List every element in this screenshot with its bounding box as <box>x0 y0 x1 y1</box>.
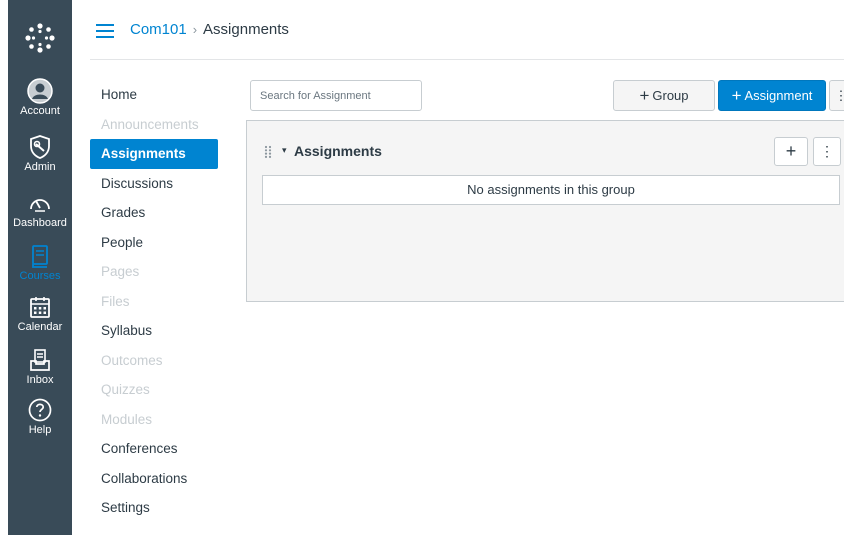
global-nav-dashboard[interactable]: Dashboard <box>8 190 72 229</box>
course-nav-announcements[interactable]: Announcements <box>90 110 220 140</box>
search-assignment-input[interactable] <box>250 80 422 111</box>
global-nav-courses[interactable]: Courses <box>8 243 72 282</box>
global-nav-admin[interactable]: Admin <box>8 134 72 173</box>
course-nav-collaborations[interactable]: Collaborations <box>90 464 220 494</box>
course-nav-pages[interactable]: Pages <box>90 257 220 287</box>
add-assignment-button[interactable]: + Assignment <box>718 80 826 111</box>
breadcrumb-current: Assignments <box>203 21 289 38</box>
plus-icon: + <box>639 86 650 105</box>
plus-icon: + <box>785 141 797 161</box>
global-nav: Account Admin Dashboard Courses Calendar… <box>8 0 72 535</box>
breadcrumb-separator: › <box>192 22 198 37</box>
global-nav-help[interactable]: Help <box>8 397 72 436</box>
course-nav-modules[interactable]: Modules <box>90 405 220 435</box>
admin-icon <box>30 135 50 159</box>
assignment-group-title: Assignments <box>294 143 382 159</box>
course-nav-assignments[interactable]: Assignments <box>90 139 218 169</box>
settings-kebab-button[interactable]: ⋮ <box>829 80 844 111</box>
add-assignment-label: Assignment <box>744 88 813 103</box>
group-options-button[interactable]: ⋮ <box>813 137 841 166</box>
global-nav-label: Calendar <box>17 321 63 333</box>
add-group-label: Group <box>652 88 689 103</box>
global-nav-label: Courses <box>19 270 61 282</box>
drag-handle-icon[interactable] <box>264 145 272 159</box>
course-nav-people[interactable]: People <box>90 228 220 258</box>
calendar-icon <box>30 297 50 318</box>
global-nav-calendar[interactable]: Calendar <box>8 294 72 333</box>
course-nav-syllabus[interactable]: Syllabus <box>90 316 220 346</box>
global-nav-inbox[interactable]: Inbox <box>8 347 72 386</box>
global-nav-account[interactable]: Account <box>8 78 72 117</box>
global-nav-label: Account <box>20 105 60 117</box>
global-nav-label: Dashboard <box>13 217 67 229</box>
hamburger-menu-icon[interactable] <box>96 24 114 38</box>
inbox-icon <box>30 349 50 371</box>
course-nav-files[interactable]: Files <box>90 287 220 317</box>
course-nav-home[interactable]: Home <box>90 80 220 110</box>
course-nav-discussions[interactable]: Discussions <box>90 169 220 199</box>
plus-icon: + <box>731 86 742 105</box>
kebab-menu-icon: ⋮ <box>820 143 834 159</box>
breadcrumb: Com101 › Assignments <box>130 21 289 38</box>
collapse-caret-icon[interactable]: ▾ <box>282 145 287 156</box>
courses-icon <box>32 245 48 268</box>
dashboard-icon <box>30 199 50 212</box>
kebab-menu-icon: ⋮ <box>834 87 844 103</box>
course-nav: Home Announcements Assignments Discussio… <box>90 80 220 523</box>
course-nav-conferences[interactable]: Conferences <box>90 434 220 464</box>
breadcrumb-course-link[interactable]: Com101 <box>130 21 187 38</box>
course-nav-outcomes[interactable]: Outcomes <box>90 346 220 376</box>
help-icon <box>28 398 52 422</box>
global-nav-label: Inbox <box>26 374 54 386</box>
account-icon <box>27 78 53 104</box>
add-assignment-to-group-button[interactable]: + <box>774 137 808 166</box>
course-nav-grades[interactable]: Grades <box>90 198 220 228</box>
empty-group-message: No assignments in this group <box>262 175 840 205</box>
course-nav-quizzes[interactable]: Quizzes <box>90 375 220 405</box>
page-header: Com101 › Assignments <box>72 0 844 60</box>
global-nav-label: Admin <box>24 161 56 173</box>
add-group-button[interactable]: + Group <box>613 80 715 111</box>
canvas-logo-icon[interactable] <box>24 22 56 54</box>
header-divider <box>90 59 844 60</box>
course-nav-settings[interactable]: Settings <box>90 493 220 523</box>
global-nav-label: Help <box>28 424 52 436</box>
